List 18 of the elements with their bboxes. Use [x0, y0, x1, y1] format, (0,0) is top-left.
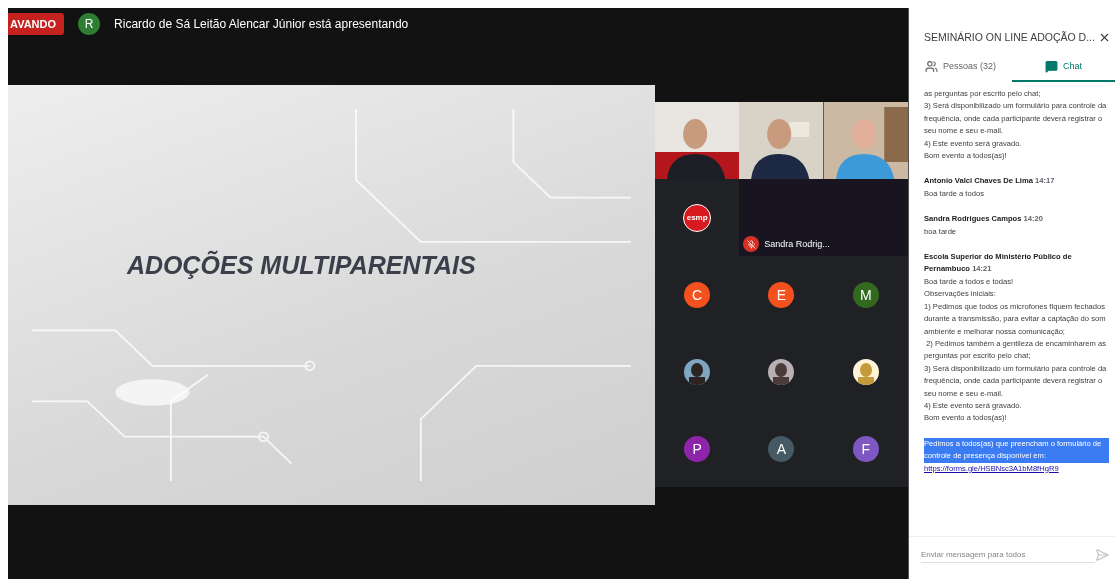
participant-avatar: P: [684, 435, 711, 462]
participant-avatar: M: [852, 281, 879, 308]
participant-name: Sandra Rodrig...: [764, 239, 830, 249]
participant-avatar: C: [684, 281, 711, 308]
slide-title: ADOÇÕES MULTIPARENTAIS: [127, 251, 476, 280]
presenter-status: Ricardo de Sá Leitão Alencar Júnior está apresentando: [114, 17, 409, 31]
recording-badge: AVANDO: [8, 13, 65, 35]
mic-off-icon: [743, 236, 760, 252]
people-icon: [925, 59, 938, 73]
participant-avatar: A: [768, 435, 795, 462]
chat-icon: [1045, 59, 1058, 73]
presenter-avatar: R: [78, 13, 101, 35]
participant-logo: esmp: [683, 203, 712, 232]
participant-avatar: F: [852, 435, 879, 462]
panel-title: SEMINÁRIO ON LINE ADOÇÃO D...: [924, 31, 1096, 43]
panel-tab[interactable]: Pessoas (32): [909, 52, 1012, 82]
panel-tab[interactable]: Chat: [1012, 52, 1115, 82]
participant-avatar: E: [768, 281, 795, 308]
